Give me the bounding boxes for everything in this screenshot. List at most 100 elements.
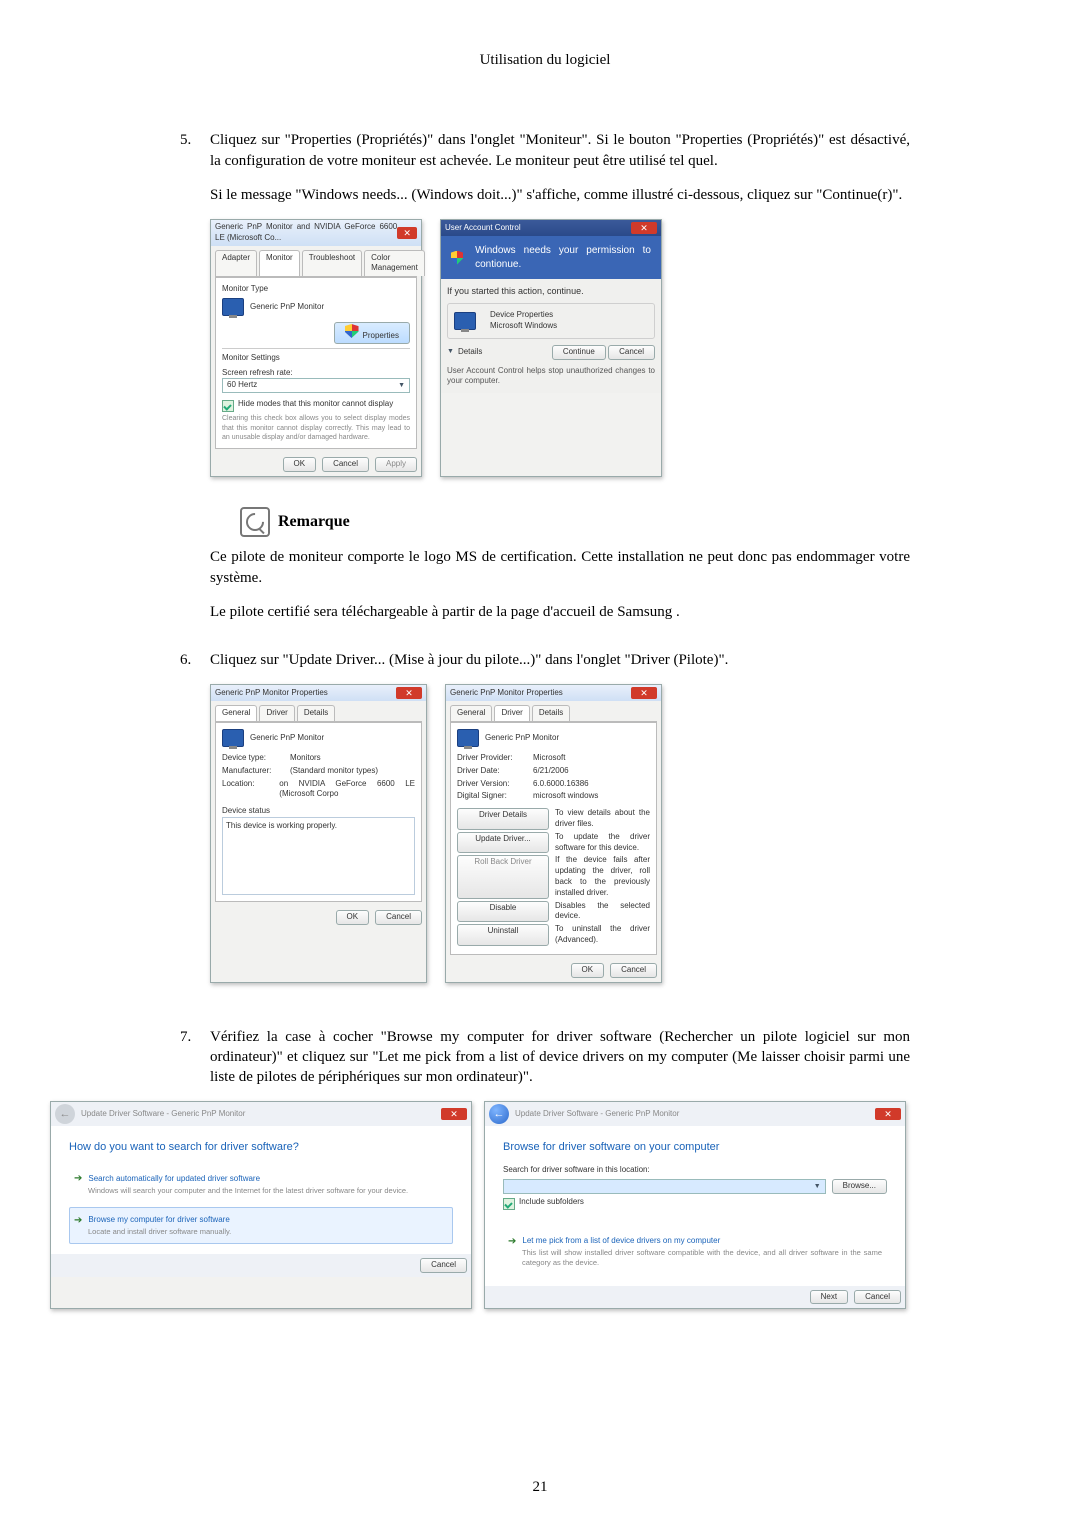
disable-button[interactable]: Disable [457, 901, 549, 923]
hide-modes-checkbox[interactable]: Hide modes that this monitor cannot disp… [222, 399, 410, 412]
update-driver-button[interactable]: Update Driver... [457, 832, 549, 854]
uac-started-text: If you started this action, continue. [447, 285, 655, 297]
cancel-button[interactable]: Cancel [420, 1258, 467, 1273]
device-properties-driver: Generic PnP Monitor Properties ✕ General… [445, 684, 662, 982]
ok-button[interactable]: OK [571, 963, 605, 978]
uninstall-button[interactable]: Uninstall [457, 924, 549, 946]
uac-dialog: User Account Control ✕ Windows needs you… [440, 219, 662, 477]
refresh-rate-label: Screen refresh rate: [222, 368, 410, 379]
back-icon[interactable]: ← [489, 1104, 509, 1124]
tab-adapter[interactable]: Adapter [215, 250, 257, 277]
titlebar: User Account Control ✕ [441, 220, 661, 236]
driver-details-button[interactable]: Driver Details [457, 808, 549, 830]
option-browse-computer[interactable]: ➔Browse my computer for driver software … [69, 1207, 453, 1245]
breadcrumb: Update Driver Software - Generic PnP Mon… [81, 1109, 245, 1120]
details-toggle[interactable]: ▼Details [447, 347, 482, 358]
manual-page: Utilisation du logiciel 5. Cliquez sur "… [0, 0, 1080, 1527]
cancel-button[interactable]: Cancel [608, 345, 655, 360]
next-button[interactable]: Next [810, 1290, 848, 1305]
step-6-text: Cliquez sur "Update Driver... (Mise à jo… [210, 650, 910, 670]
cancel-button[interactable]: Cancel [375, 910, 422, 925]
option-search-automatically[interactable]: ➔Search automatically for updated driver… [69, 1165, 453, 1203]
close-icon[interactable]: ✕ [631, 687, 657, 699]
titlebar: Generic PnP Monitor Properties ✕ [211, 685, 426, 701]
path-input[interactable]: ▼ [503, 1179, 826, 1194]
uac-footer: User Account Control helps stop unauthor… [447, 366, 655, 388]
tab-monitor[interactable]: Monitor [259, 250, 300, 277]
step-5-para-1: Cliquez sur "Properties (Propriétés)" da… [210, 130, 910, 171]
tab-driver[interactable]: Driver [259, 705, 294, 721]
monitor-icon [457, 729, 479, 747]
close-icon[interactable]: ✕ [397, 227, 417, 239]
program-icon [454, 312, 476, 330]
update-driver-wizard-search: ← Update Driver Software - Generic PnP M… [50, 1101, 472, 1309]
uac-headline: Windows needs your permission to contion… [441, 236, 661, 279]
figure-row-2: Generic PnP Monitor Properties ✕ General… [210, 684, 910, 982]
chevron-down-icon: ▼ [814, 1182, 821, 1191]
step-7: 7. Vérifiez la case à cocher "Browse my … [180, 1027, 910, 1340]
step-7-text: Vérifiez la case à cocher "Browse my com… [210, 1027, 910, 1088]
monitor-icon [222, 729, 244, 747]
browse-button[interactable]: Browse... [832, 1179, 887, 1194]
close-icon[interactable]: ✕ [441, 1108, 467, 1120]
tabs: Adapter Monitor Troubleshoot Color Manag… [215, 250, 417, 278]
device-properties-general: Generic PnP Monitor Properties ✕ General… [210, 684, 427, 982]
monitor-icon [222, 298, 244, 316]
note-icon [240, 507, 270, 537]
close-icon[interactable]: ✕ [396, 687, 422, 699]
step-number: 6. [180, 650, 210, 1013]
tab-color-management[interactable]: Color Management [364, 250, 425, 277]
window-title: Generic PnP Monitor Properties [215, 688, 328, 699]
titlebar: Generic PnP Monitor Properties ✕ [446, 685, 661, 701]
properties-button[interactable]: Properties [334, 322, 410, 344]
figure-row-1: Generic PnP Monitor and NVIDIA GeForce 6… [210, 219, 910, 477]
cancel-button[interactable]: Cancel [610, 963, 657, 978]
refresh-rate-select[interactable]: 60 Hertz▼ [222, 378, 410, 393]
tab-general[interactable]: General [450, 705, 492, 721]
monitor-type-label: Monitor Type [222, 284, 410, 295]
arrow-icon: ➔ [74, 1172, 82, 1186]
cancel-button[interactable]: Cancel [854, 1290, 901, 1305]
close-icon[interactable]: ✕ [631, 222, 657, 234]
uac-program-name: Device Properties [490, 310, 557, 321]
note-heading: Remarque [240, 507, 910, 537]
roll-back-driver-button[interactable]: Roll Back Driver [457, 855, 549, 898]
window-title: Generic PnP Monitor and NVIDIA GeForce 6… [215, 222, 397, 244]
tab-general[interactable]: General [215, 705, 257, 721]
ok-button[interactable]: OK [336, 910, 370, 925]
hide-modes-description: Clearing this check box allows you to se… [222, 414, 410, 442]
device-status-text: This device is working properly. [222, 817, 415, 895]
close-icon[interactable]: ✕ [875, 1108, 901, 1120]
note-para-1: Ce pilote de moniteur comporte le logo M… [210, 547, 910, 588]
update-driver-wizard-browse: ← Update Driver Software - Generic PnP M… [484, 1101, 906, 1309]
monitor-settings-label: Monitor Settings [222, 353, 410, 364]
breadcrumb: Update Driver Software - Generic PnP Mon… [515, 1109, 679, 1120]
shield-icon [345, 324, 359, 338]
step-5-para-2: Si le message "Windows needs... (Windows… [210, 185, 910, 205]
include-subfolders-checkbox[interactable]: Include subfolders [503, 1197, 887, 1210]
arrow-icon: ➔ [74, 1214, 82, 1228]
uac-publisher: Microsoft Windows [490, 321, 557, 332]
option-let-me-pick[interactable]: ➔Let me pick from a list of device drive… [503, 1228, 887, 1276]
device-name: Generic PnP Monitor [485, 733, 559, 744]
window-title: Generic PnP Monitor Properties [450, 688, 563, 699]
step-number: 5. [180, 130, 210, 636]
search-location-label: Search for driver software in this locat… [503, 1165, 887, 1176]
tab-details[interactable]: Details [532, 705, 570, 721]
tab-details[interactable]: Details [297, 705, 335, 721]
step-6: 6. Cliquez sur "Update Driver... (Mise à… [180, 650, 910, 1013]
arrow-icon: ➔ [508, 1235, 516, 1249]
tab-troubleshoot[interactable]: Troubleshoot [302, 250, 362, 277]
note-title: Remarque [278, 511, 350, 533]
monitor-properties-dialog: Generic PnP Monitor and NVIDIA GeForce 6… [210, 219, 422, 477]
titlebar: Generic PnP Monitor and NVIDIA GeForce 6… [211, 220, 421, 246]
continue-button[interactable]: Continue [552, 345, 606, 360]
back-icon[interactable]: ← [55, 1104, 75, 1124]
apply-button[interactable]: Apply [375, 457, 417, 472]
checkbox-checked-icon [503, 1198, 515, 1210]
tab-driver[interactable]: Driver [494, 705, 529, 721]
cancel-button[interactable]: Cancel [322, 457, 369, 472]
ok-button[interactable]: OK [283, 457, 317, 472]
wizard-heading: Browse for driver software on your compu… [503, 1140, 887, 1155]
device-status-label: Device status [222, 806, 415, 817]
